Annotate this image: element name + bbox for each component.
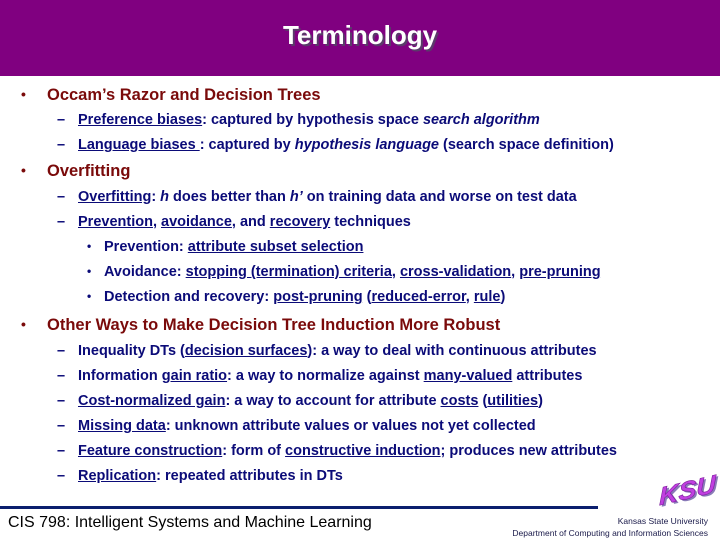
term-link[interactable]: cross-validation <box>400 264 511 280</box>
term-link[interactable]: Replication <box>78 468 156 484</box>
term-link[interactable]: Missing data <box>78 418 166 434</box>
term-link[interactable]: stopping (termination) criteria <box>186 264 392 280</box>
term-link[interactable]: Cost-normalized gain <box>78 393 225 409</box>
term-link[interactable]: Prevention <box>78 214 153 230</box>
term-link[interactable]: reduced-error <box>372 289 466 305</box>
term-link[interactable]: gain ratio <box>162 368 227 384</box>
title-bar: Terminology <box>0 0 720 76</box>
dash-icon: – <box>57 468 66 484</box>
term-link[interactable]: post-pruning <box>273 289 362 305</box>
dash-icon: – <box>57 343 66 359</box>
dash-icon: – <box>57 368 66 384</box>
term-link[interactable]: constructive induction <box>285 443 441 459</box>
slide-title: Terminology <box>282 20 438 50</box>
university-name: Kansas State University <box>617 516 708 526</box>
ksu-logo-text: KSU <box>659 469 717 508</box>
department-name: Department of Computing and Information … <box>512 528 708 538</box>
term-link[interactable]: decision surfaces <box>185 343 308 359</box>
bullet-icon: • <box>87 239 92 253</box>
ksu-logo: KSU KSU <box>659 469 719 508</box>
term-link[interactable]: Preference biases <box>78 112 202 128</box>
dash-icon: – <box>57 443 66 459</box>
dash-icon: – <box>57 112 66 128</box>
bullet-icon: • <box>87 289 92 303</box>
term-link[interactable]: Overfitting <box>78 189 151 205</box>
dash-icon: – <box>57 137 66 153</box>
term-link[interactable]: pre-pruning <box>519 264 600 280</box>
term-link[interactable]: Feature construction <box>78 443 222 459</box>
bullet-icon: • <box>21 86 26 102</box>
term-link[interactable]: attribute subset selection <box>188 239 364 255</box>
term-link[interactable]: avoidance <box>161 214 232 230</box>
term-link[interactable]: Language biases <box>78 137 200 153</box>
bullet-icon: • <box>21 316 26 332</box>
term-link[interactable]: rule <box>474 289 501 305</box>
term-link[interactable]: recovery <box>270 214 330 230</box>
term-link[interactable]: costs <box>441 393 479 409</box>
bullet-icon: • <box>87 264 92 278</box>
term-link[interactable]: many-valued <box>424 368 513 384</box>
dash-icon: – <box>57 189 66 205</box>
footer-divider <box>0 506 598 509</box>
bullet-icon: • <box>21 162 26 178</box>
course-title: CIS 798: Intelligent Systems and Machine… <box>8 514 372 531</box>
dash-icon: – <box>57 393 66 409</box>
term-link[interactable]: utilities <box>487 393 538 409</box>
dash-icon: – <box>57 214 66 230</box>
dash-icon: – <box>57 418 66 434</box>
